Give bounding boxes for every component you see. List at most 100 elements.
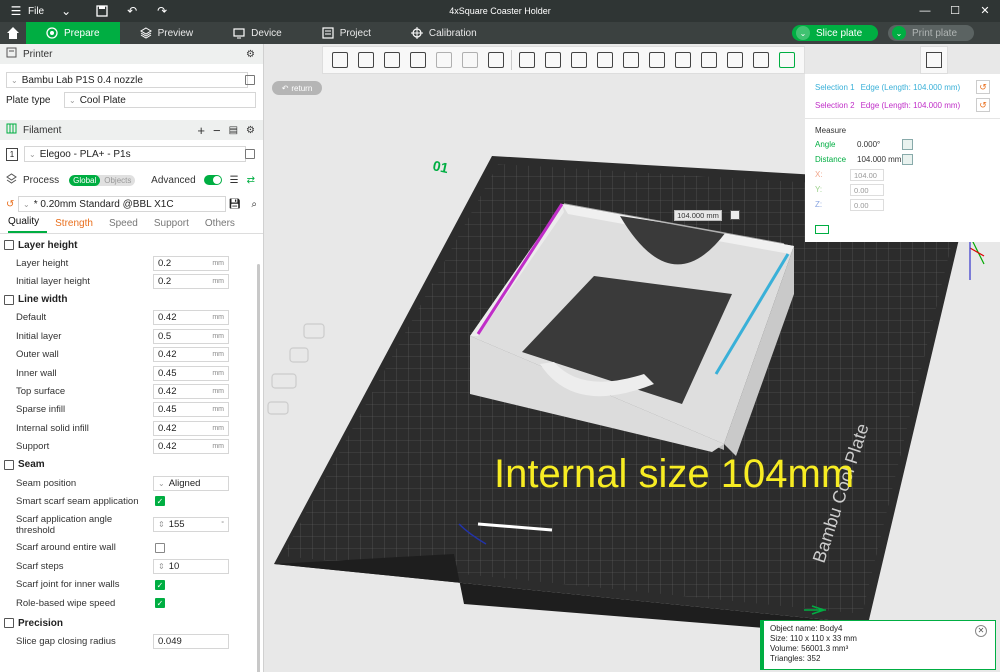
chevron-down-icon[interactable]: ⌄ bbox=[796, 26, 810, 40]
print-plate-button[interactable]: ⌄ Print plate bbox=[888, 25, 974, 41]
text-icon[interactable] bbox=[698, 49, 720, 71]
line-width-outer-wall-input[interactable]: 0.42 mm bbox=[153, 347, 229, 363]
copy-icon[interactable] bbox=[902, 139, 913, 150]
add-plate-icon[interactable] bbox=[355, 49, 377, 71]
plate-settings-icon[interactable] bbox=[459, 49, 481, 71]
lay-on-face-icon[interactable] bbox=[594, 49, 616, 71]
settings-scrollbar[interactable] bbox=[257, 264, 260, 672]
tab-prepare[interactable]: Prepare bbox=[26, 22, 120, 44]
close-icon[interactable]: ✕ bbox=[975, 625, 987, 637]
unit-label: mm bbox=[212, 443, 224, 451]
list-icon[interactable]: ☰ bbox=[230, 175, 239, 186]
tab-others[interactable]: Others bbox=[205, 218, 251, 233]
global-option[interactable]: Global bbox=[69, 174, 101, 186]
reset-selection-1-icon[interactable]: ↺ bbox=[976, 80, 990, 94]
rotate-icon[interactable] bbox=[542, 49, 564, 71]
slice-gap-input[interactable]: 0.049 bbox=[153, 633, 229, 649]
plate-layout-icon[interactable] bbox=[433, 49, 455, 71]
reset-selection-2-icon[interactable]: ↺ bbox=[976, 98, 990, 112]
undo-icon[interactable]: ↶ bbox=[124, 3, 140, 19]
measure-icon[interactable] bbox=[776, 49, 798, 71]
tab-strength[interactable]: Strength bbox=[55, 218, 109, 233]
keyboard-icon[interactable] bbox=[815, 225, 829, 234]
3d-viewport[interactable]: 01 Bambu Cool Plate ↶ return 104.000 mm … bbox=[264, 44, 1000, 672]
line-width-sparse-infill-input[interactable]: 0.45 mm bbox=[153, 402, 229, 418]
process-preset-select[interactable]: ⌄ * 0.20mm Standard @BBL X1C bbox=[18, 196, 226, 212]
line-width-support-input[interactable]: 0.42 mm bbox=[153, 439, 229, 455]
stepper-icon[interactable]: ⇕ bbox=[158, 519, 165, 530]
role-wipe-speed-checkbox[interactable]: ✓ bbox=[155, 598, 165, 609]
save-icon[interactable] bbox=[94, 3, 110, 19]
seam-paint-icon[interactable] bbox=[750, 49, 772, 71]
scarf-steps-input[interactable]: ⇕ 10 bbox=[153, 558, 229, 574]
line-width-internal-solid-infill-input[interactable]: 0.42 mm bbox=[153, 420, 229, 436]
printer-select[interactable]: ⌄ Bambu Lab P1S 0.4 nozzle bbox=[6, 72, 248, 88]
tab-device[interactable]: Device bbox=[213, 22, 302, 44]
compare-icon[interactable]: ⇄ bbox=[247, 175, 255, 186]
stepper-icon[interactable]: ⇕ bbox=[158, 562, 165, 571]
tab-calibration[interactable]: Calibration bbox=[391, 22, 497, 44]
edit-icon[interactable] bbox=[245, 75, 255, 85]
copy-icon[interactable] bbox=[902, 154, 913, 165]
x-value: 104.00 bbox=[850, 168, 884, 181]
cut-icon[interactable] bbox=[620, 49, 642, 71]
smart-scarf-checkbox[interactable]: ✓ bbox=[155, 496, 165, 507]
edit-dimension-icon[interactable] bbox=[730, 210, 740, 220]
z-value: 0.00 bbox=[850, 198, 884, 211]
scarf-angle-input[interactable]: ⇕ 155 ° bbox=[153, 517, 229, 533]
return-button[interactable]: ↶ return bbox=[272, 81, 322, 95]
move-icon[interactable] bbox=[516, 49, 538, 71]
layer-height-input[interactable]: 0.2 mm bbox=[153, 255, 229, 271]
line-width-top-surface-input[interactable]: 0.42 mm bbox=[153, 384, 229, 400]
measure-title-row: Measure bbox=[805, 123, 1000, 137]
scale-icon[interactable] bbox=[568, 49, 590, 71]
tab-quality[interactable]: Quality bbox=[8, 216, 48, 233]
line-width-inner-wall-input[interactable]: 0.45 mm bbox=[153, 365, 229, 381]
tab-preview[interactable]: Preview bbox=[120, 22, 214, 44]
tab-speed[interactable]: Speed bbox=[109, 218, 154, 233]
mesh-boolean-icon[interactable] bbox=[646, 49, 668, 71]
close-button[interactable]: ✕ bbox=[970, 0, 1000, 22]
global-objects-toggle[interactable]: Global Objects bbox=[69, 174, 136, 186]
tab-project[interactable]: Project bbox=[302, 22, 391, 44]
file-menu[interactable]: ☰ File bbox=[8, 3, 45, 19]
slice-plate-button[interactable]: ⌄ Slice plate bbox=[792, 25, 878, 41]
color-paint-icon[interactable] bbox=[724, 49, 746, 71]
gear-icon[interactable]: ⚙ bbox=[246, 49, 255, 60]
sync-icon[interactable]: ▤ bbox=[229, 125, 238, 136]
line-width-default-input[interactable]: 0.42 mm bbox=[153, 310, 229, 326]
home-icon[interactable] bbox=[0, 22, 26, 44]
assembly-view-button[interactable] bbox=[920, 46, 948, 74]
add-icon[interactable]: + bbox=[197, 123, 205, 138]
redo-icon[interactable]: ↷ bbox=[154, 3, 170, 19]
maximize-button[interactable]: ☐ bbox=[940, 0, 970, 22]
support-paint-icon[interactable] bbox=[672, 49, 694, 71]
advanced-toggle[interactable] bbox=[203, 175, 222, 185]
line-width-initial-layer-input[interactable]: 0.5 mm bbox=[153, 328, 229, 344]
chevron-down-icon[interactable]: ⌄ bbox=[892, 26, 906, 40]
remove-icon[interactable]: − bbox=[213, 123, 221, 138]
selection-2-label: Selection 2 bbox=[815, 100, 855, 110]
filament-select[interactable]: ⌄ Elegoo - PLA+ - P1s bbox=[24, 146, 246, 162]
setting-label: Scarf joint for inner walls bbox=[16, 579, 120, 591]
arrange-icon[interactable] bbox=[381, 49, 403, 71]
orient-icon[interactable] bbox=[407, 49, 429, 71]
plate-type-select[interactable]: ⌄ Cool Plate bbox=[64, 92, 256, 108]
scarf-inner-walls-checkbox[interactable]: ✓ bbox=[155, 579, 165, 590]
chevron-down-icon[interactable]: ⌄ bbox=[58, 3, 74, 19]
add-object-icon[interactable] bbox=[329, 49, 351, 71]
gear-icon[interactable]: ⚙ bbox=[246, 125, 255, 136]
seam-position-select[interactable]: ⌄ Aligned bbox=[153, 475, 229, 491]
search-icon[interactable]: ⌕ bbox=[251, 199, 257, 210]
edit-icon[interactable] bbox=[245, 149, 255, 159]
filament-slot-number[interactable]: 1 bbox=[6, 147, 18, 161]
split-icon[interactable] bbox=[485, 49, 507, 71]
objects-option[interactable]: Objects bbox=[100, 175, 135, 186]
plate-type-label: Plate type bbox=[6, 94, 51, 106]
reset-icon[interactable]: ↺ bbox=[6, 199, 18, 210]
initial-layer-height-input[interactable]: 0.2 mm bbox=[153, 274, 229, 290]
save-preset-icon[interactable]: 💾︎ bbox=[228, 199, 241, 210]
minimize-button[interactable]: — bbox=[910, 0, 940, 22]
tab-support[interactable]: Support bbox=[154, 218, 205, 233]
scarf-entire-wall-checkbox[interactable] bbox=[155, 542, 165, 553]
